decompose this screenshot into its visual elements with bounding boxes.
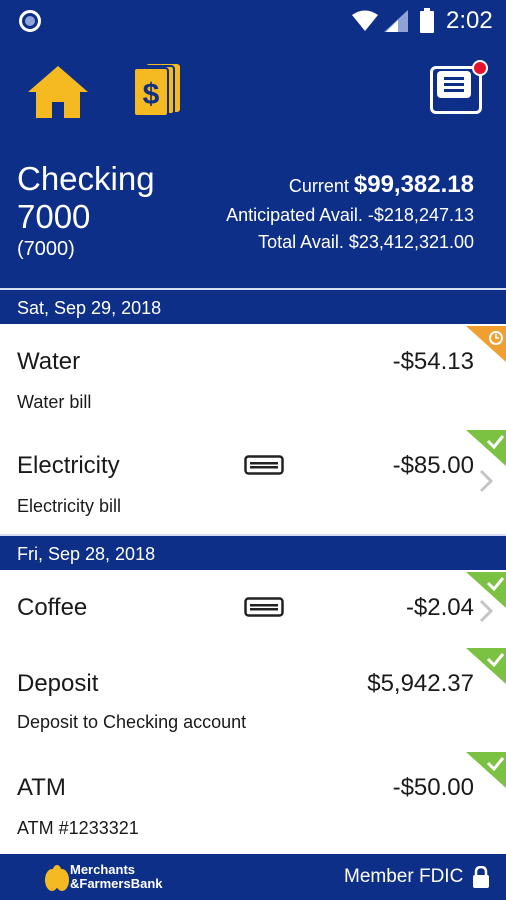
- transaction-title: Coffee: [17, 594, 88, 621]
- menu-icon: [437, 71, 471, 98]
- anticipated-balance: Anticipated Avail. -$218,247.13: [226, 205, 474, 225]
- transaction-description: Electricity bill: [17, 496, 122, 516]
- pending-status-icon: [466, 326, 506, 362]
- total-balance: Total Avail. $23,412,321.00: [258, 232, 474, 252]
- transaction-description: ATM #1233321: [17, 818, 139, 838]
- transaction-title: Electricity: [17, 452, 120, 479]
- transaction-amount: -$50.00: [392, 774, 474, 801]
- transaction-row[interactable]: ATM -$50.00 ATM #1233321: [0, 752, 506, 854]
- transaction-description: Water bill: [17, 392, 92, 412]
- cleared-status-icon: [466, 430, 506, 466]
- current-balance-label: Current: [288, 176, 349, 196]
- account-number: (7000): [17, 238, 75, 260]
- battery-icon: [420, 8, 434, 33]
- deposit-check-button[interactable]: $: [132, 62, 184, 118]
- menu-button[interactable]: [428, 60, 488, 116]
- member-fdic: Member FDIC: [344, 866, 464, 887]
- transaction-title: Water: [17, 348, 81, 375]
- date-header: Fri, Sep 28, 2018: [0, 534, 506, 570]
- transaction-row[interactable]: Coffee -$2.04: [0, 572, 506, 648]
- transaction-row[interactable]: Electricity -$85.00 Electricity bill: [0, 430, 506, 534]
- cleared-status-icon: [466, 752, 506, 788]
- chevron-right-icon: [479, 469, 494, 493]
- transaction-amount: -$2.04: [405, 594, 474, 621]
- bank-logo-icon: [45, 865, 69, 891]
- transaction-row[interactable]: Water -$54.13 Water bill: [0, 326, 506, 430]
- card-icon: [244, 455, 284, 475]
- status-time: 2:02: [446, 7, 493, 34]
- transaction-title: ATM: [17, 774, 66, 801]
- notification-badge: [472, 60, 488, 76]
- home-icon: [28, 66, 88, 118]
- bank-name: Merchants &FarmersBank: [70, 862, 163, 891]
- cleared-status-icon: [466, 572, 506, 608]
- signal-icon: [384, 10, 408, 32]
- cleared-status-icon: [466, 648, 506, 684]
- account-header: $ Checking 7000 (7000) Current $99,382.1…: [0, 42, 506, 288]
- footer: Merchants &FarmersBank Member FDIC: [0, 854, 506, 900]
- transaction-amount: $5,942.37: [367, 670, 474, 697]
- date-header: Sat, Sep 29, 2018: [0, 288, 506, 324]
- transaction-amount: -$54.13: [392, 348, 474, 375]
- current-balance-value: $99,382.18: [353, 171, 474, 198]
- deposit-check-icon: $: [133, 64, 180, 117]
- status-bar: 2:02: [0, 0, 506, 42]
- notification-dot-icon: [19, 10, 41, 32]
- lock-icon: [473, 866, 489, 888]
- home-button[interactable]: [26, 64, 90, 120]
- card-icon: [244, 597, 284, 617]
- transaction-title: Deposit: [17, 670, 99, 697]
- transaction-row[interactable]: Deposit $5,942.37 Deposit to Checking ac…: [0, 648, 506, 752]
- wifi-icon: [352, 10, 378, 31]
- current-balance: Current $99,382.18: [289, 171, 474, 199]
- transaction-description: Deposit to Checking account: [17, 712, 247, 732]
- transaction-amount: -$85.00: [392, 452, 474, 479]
- account-name: Checking 7000: [17, 160, 155, 235]
- svg-text:$: $: [143, 78, 160, 111]
